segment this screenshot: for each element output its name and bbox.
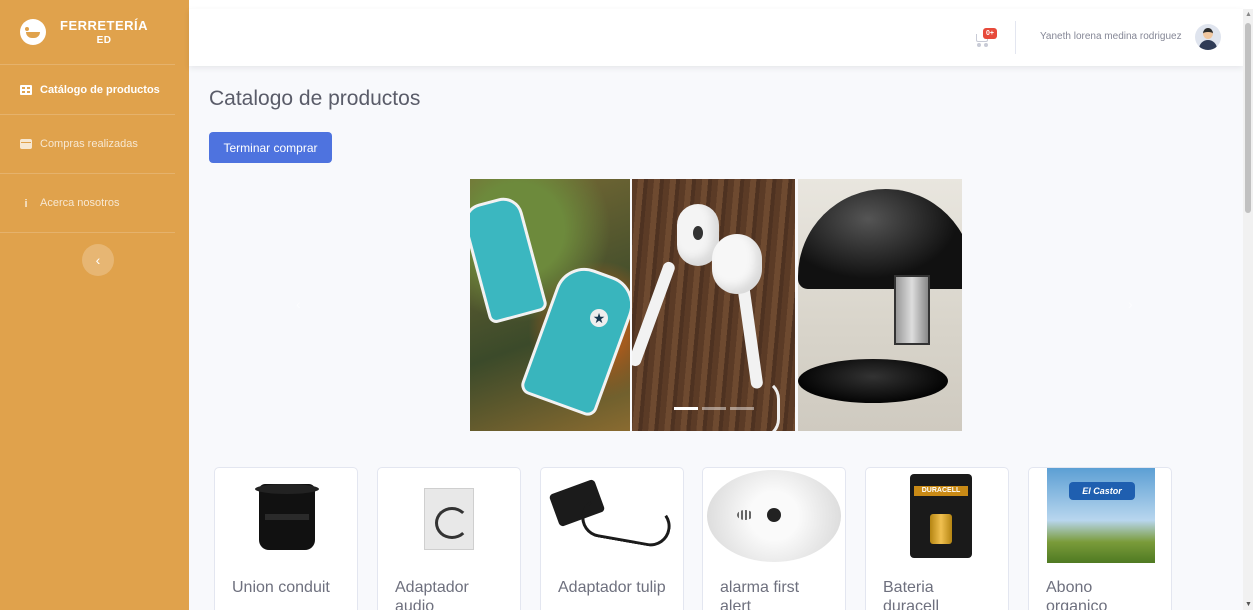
product-image [378,468,520,563]
product-image [215,468,357,563]
top-strip [189,0,1253,9]
product-card[interactable]: El Castor Abono organico [1028,467,1172,610]
product-card[interactable]: Adaptador tulip [540,467,684,610]
info-icon: i [24,198,28,210]
sidebar-item-acerca[interactable]: i Acerca nosotros [0,174,175,233]
product-name: Adaptador tulip [558,579,666,596]
carousel-indicators [674,407,754,410]
carousel-prev-icon[interactable]: ‹ [296,296,301,312]
product-card[interactable]: Union conduit [214,467,358,610]
chevron-left-icon: ‹ [95,252,101,268]
carousel-indicator-2[interactable] [702,407,726,410]
product-name: Union conduit [232,579,330,596]
product-name: alarma first alert [720,579,800,610]
brand[interactable]: FERRETERÍA ED [0,0,189,64]
avatar[interactable] [1195,24,1221,50]
fertilizer-brand-label: El Castor [1069,482,1135,500]
sidebar-toggle-button[interactable]: ‹ [82,244,114,276]
credit-card-icon [20,139,32,149]
table-icon [20,84,32,95]
product-image [703,468,845,563]
product-card[interactable]: alarma first alert [702,467,846,610]
carousel-next-icon[interactable]: › [1128,296,1133,312]
carousel-indicator-3[interactable] [730,407,754,410]
carousel-indicator-1[interactable] [674,407,698,410]
product-name: Bateria duracell [883,579,940,610]
product-card[interactable]: DURACELL Bateria duracell [865,467,1009,610]
scroll-up-icon[interactable]: ▲ [1245,11,1252,18]
carousel-slide-sneakers: ★ [470,179,630,431]
product-carousel[interactable]: ★ [470,179,962,431]
product-image: El Castor [1029,468,1171,563]
brand-name: FERRETERÍA [60,18,149,33]
sidebar-item-label: Catálogo de productos [40,83,160,96]
sidebar-item-label: Acerca nosotros [40,197,120,209]
brand-suffix: ED [96,35,112,46]
carousel-slide-earphones [632,179,795,431]
product-card[interactable]: Adaptador audio [377,467,521,610]
finish-purchase-button[interactable]: Terminar comprar [209,132,332,163]
topbar-divider [1015,21,1016,54]
page-title: Catalogo de productos [209,87,421,110]
product-image [541,468,683,563]
product-name: Abono organico [1046,579,1108,610]
sidebar-item-compras[interactable]: Compras realizadas [0,115,175,174]
sidebar-item-catalogo[interactable]: Catálogo de productos [0,65,175,115]
laugh-face-icon [20,19,46,45]
product-name: Adaptador audio [395,579,469,610]
user-name[interactable]: Yaneth lorena medina rodriguez [1040,31,1182,42]
topbar: 0+ Yaneth lorena medina rodriguez [189,9,1243,66]
page-scrollbar[interactable]: ▲ ▼ [1243,9,1253,610]
scroll-thumb[interactable] [1245,23,1251,213]
sidebar: FERRETERÍA ED Catálogo de productos Comp… [0,0,189,610]
product-image: DURACELL [866,468,1008,563]
carousel-slide-stapler [798,179,962,431]
sidebar-item-label: Compras realizadas [40,138,138,150]
battery-brand-label: DURACELL [914,486,968,496]
scroll-down-icon[interactable]: ▼ [1245,601,1252,608]
cart-count-badge: 0+ [983,28,997,39]
